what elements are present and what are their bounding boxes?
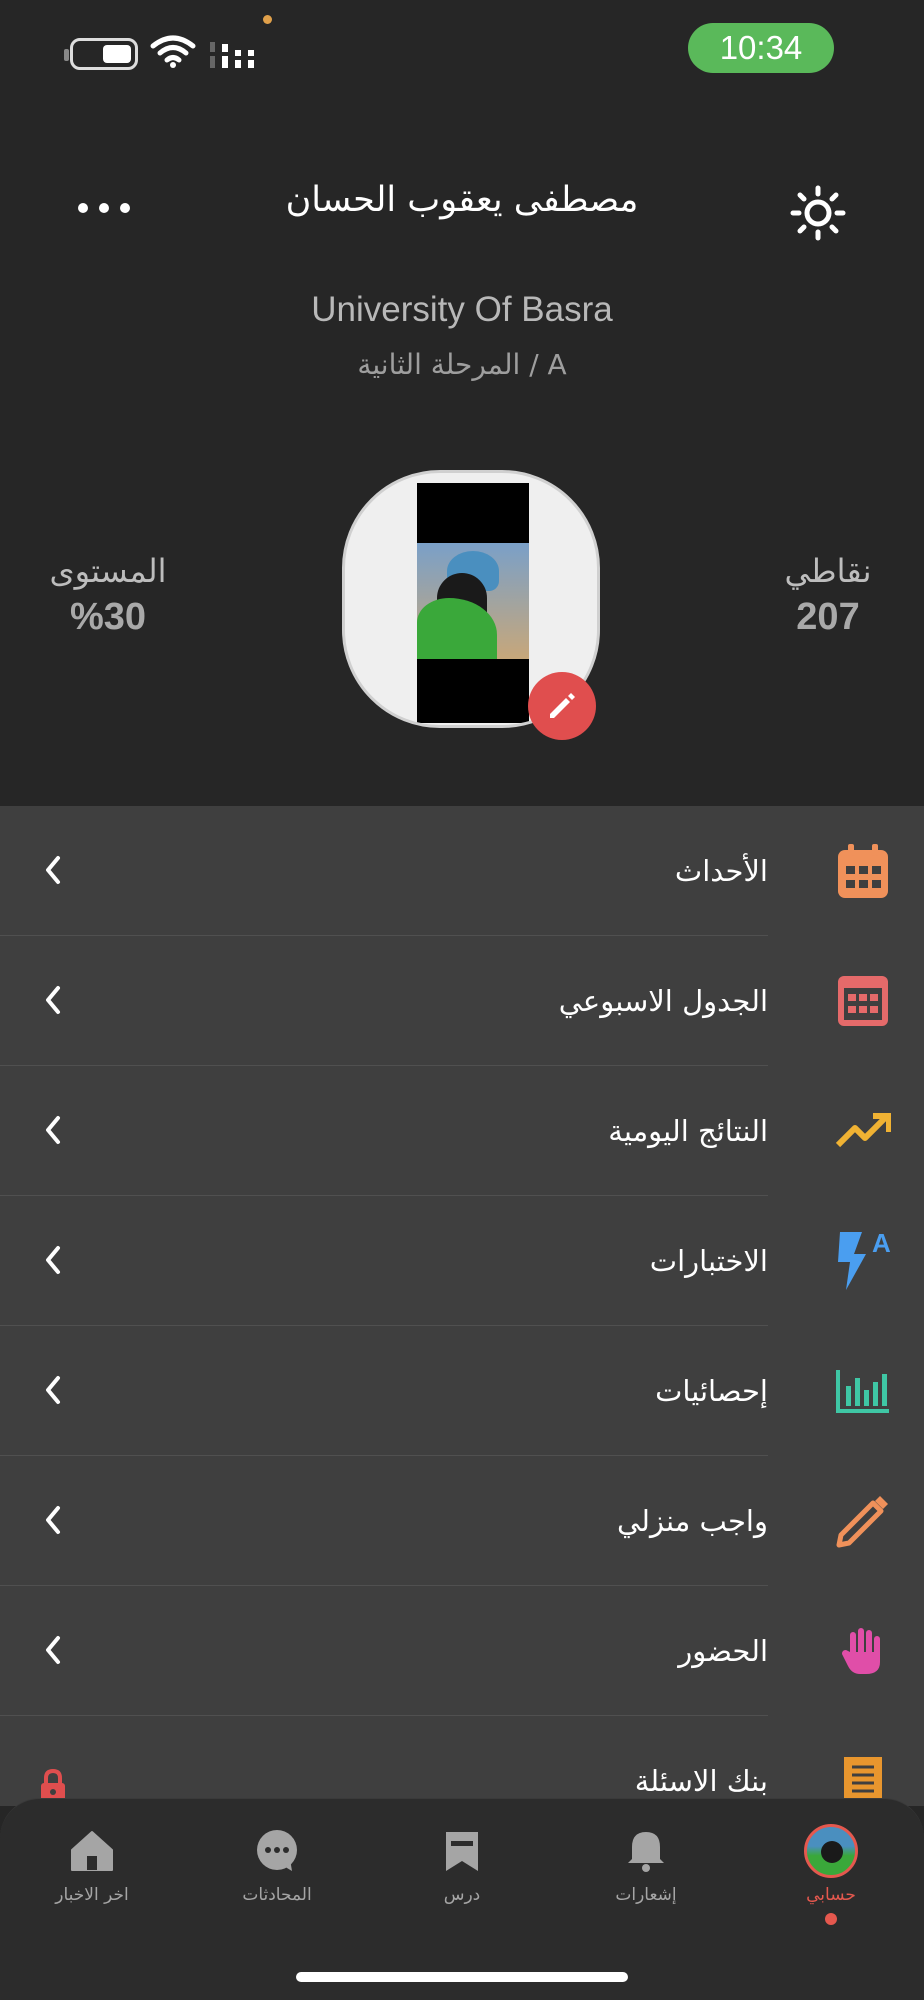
menu-item-label: الحضور: [678, 1634, 768, 1668]
user-name: مصطفى يعقوب الحسان: [285, 180, 639, 220]
tab-notifications[interactable]: إشعارات: [571, 1823, 721, 1905]
tab-label: اخر الاخبار: [55, 1885, 129, 1905]
chat-icon: [257, 1830, 297, 1871]
calendar-icon: [832, 840, 894, 902]
trending-up-icon: [832, 1100, 894, 1162]
menu-item-label: إحصائيات: [655, 1374, 768, 1408]
bookmark-icon: [446, 1832, 478, 1871]
quiz-flash-icon: A: [832, 1230, 894, 1292]
bell-icon: [628, 1832, 664, 1872]
profile-header: مصطفى يعقوب الحسان: [0, 170, 924, 250]
profile-menu: الأحداث الجدول الاسبوعي النتائج اليومية …: [0, 806, 924, 1806]
menu-item-homework[interactable]: واجب منزلي: [0, 1456, 924, 1586]
svg-text:A: A: [872, 1230, 891, 1258]
status-bar: 10:34: [0, 0, 924, 100]
level-stat: المستوى %30: [28, 552, 188, 639]
menu-item-weekly-schedule[interactable]: الجدول الاسبوعي: [0, 936, 924, 1066]
home-icon: [71, 1831, 113, 1871]
tab-my-account[interactable]: حسابي: [756, 1823, 906, 1925]
tab-latest-news[interactable]: اخر الاخبار: [17, 1823, 167, 1905]
status-time: 10:34: [688, 23, 834, 73]
hand-icon: [832, 1620, 894, 1682]
weekly-calendar-icon: [832, 970, 894, 1032]
points-value: 207: [796, 596, 860, 638]
chevron-left-icon: [46, 1636, 60, 1664]
chevron-left-icon: [46, 1506, 60, 1534]
points-label: نقاطي: [784, 552, 872, 590]
menu-item-attendance[interactable]: الحضور: [0, 1586, 924, 1716]
chevron-left-icon: [46, 986, 60, 1014]
privacy-indicator-dot: [263, 15, 272, 24]
active-tab-indicator: [825, 1913, 837, 1925]
home-indicator[interactable]: [296, 1972, 628, 1982]
chevron-left-icon: [46, 1246, 60, 1274]
pencil-icon: [550, 693, 575, 718]
more-dots-icon[interactable]: [78, 188, 130, 228]
tab-label: درس: [443, 1885, 481, 1905]
tab-label: حسابي: [806, 1885, 856, 1905]
tab-label: إشعارات: [615, 1885, 677, 1905]
sun-icon[interactable]: [790, 185, 846, 241]
menu-item-statistics[interactable]: إحصائيات: [0, 1326, 924, 1456]
menu-item-quizzes[interactable]: A الاختبارات: [0, 1196, 924, 1326]
tab-label: المحادثات: [242, 1885, 312, 1905]
menu-item-daily-results[interactable]: النتائج اليومية: [0, 1066, 924, 1196]
level-label: المستوى: [49, 552, 167, 590]
bottom-tab-bar: اخر الاخبار المحادثات درس إشعارات حسابي: [0, 1798, 924, 2000]
tab-lesson[interactable]: درس: [387, 1823, 537, 1905]
pencil-icon: [832, 1490, 894, 1552]
chevron-left-icon: [46, 1376, 60, 1404]
wifi-icon: [150, 35, 196, 68]
chevron-left-icon: [46, 1116, 60, 1144]
battery-icon: [64, 38, 138, 70]
avatar-photo: [417, 483, 529, 723]
level-value: %30: [69, 596, 147, 638]
stage-label: المرحلة الثانية / A: [357, 348, 567, 381]
tab-chats[interactable]: المحادثات: [202, 1823, 352, 1905]
points-stat: نقاطي 207: [748, 552, 908, 639]
bar-chart-icon: [832, 1360, 894, 1422]
menu-item-label: النتائج اليومية: [608, 1114, 768, 1148]
university-name: University Of Basra: [311, 290, 613, 329]
menu-item-label: واجب منزلي: [617, 1504, 768, 1538]
menu-item-label: الجدول الاسبوعي: [558, 984, 768, 1018]
menu-item-label: الأحداث: [674, 854, 768, 888]
edit-avatar-button[interactable]: [528, 672, 596, 740]
menu-item-events[interactable]: الأحداث: [0, 806, 924, 936]
chevron-left-icon: [46, 856, 60, 884]
avatar-icon: [804, 1824, 858, 1878]
signal-icon: [210, 42, 254, 68]
menu-item-label: الاختبارات: [649, 1244, 768, 1278]
